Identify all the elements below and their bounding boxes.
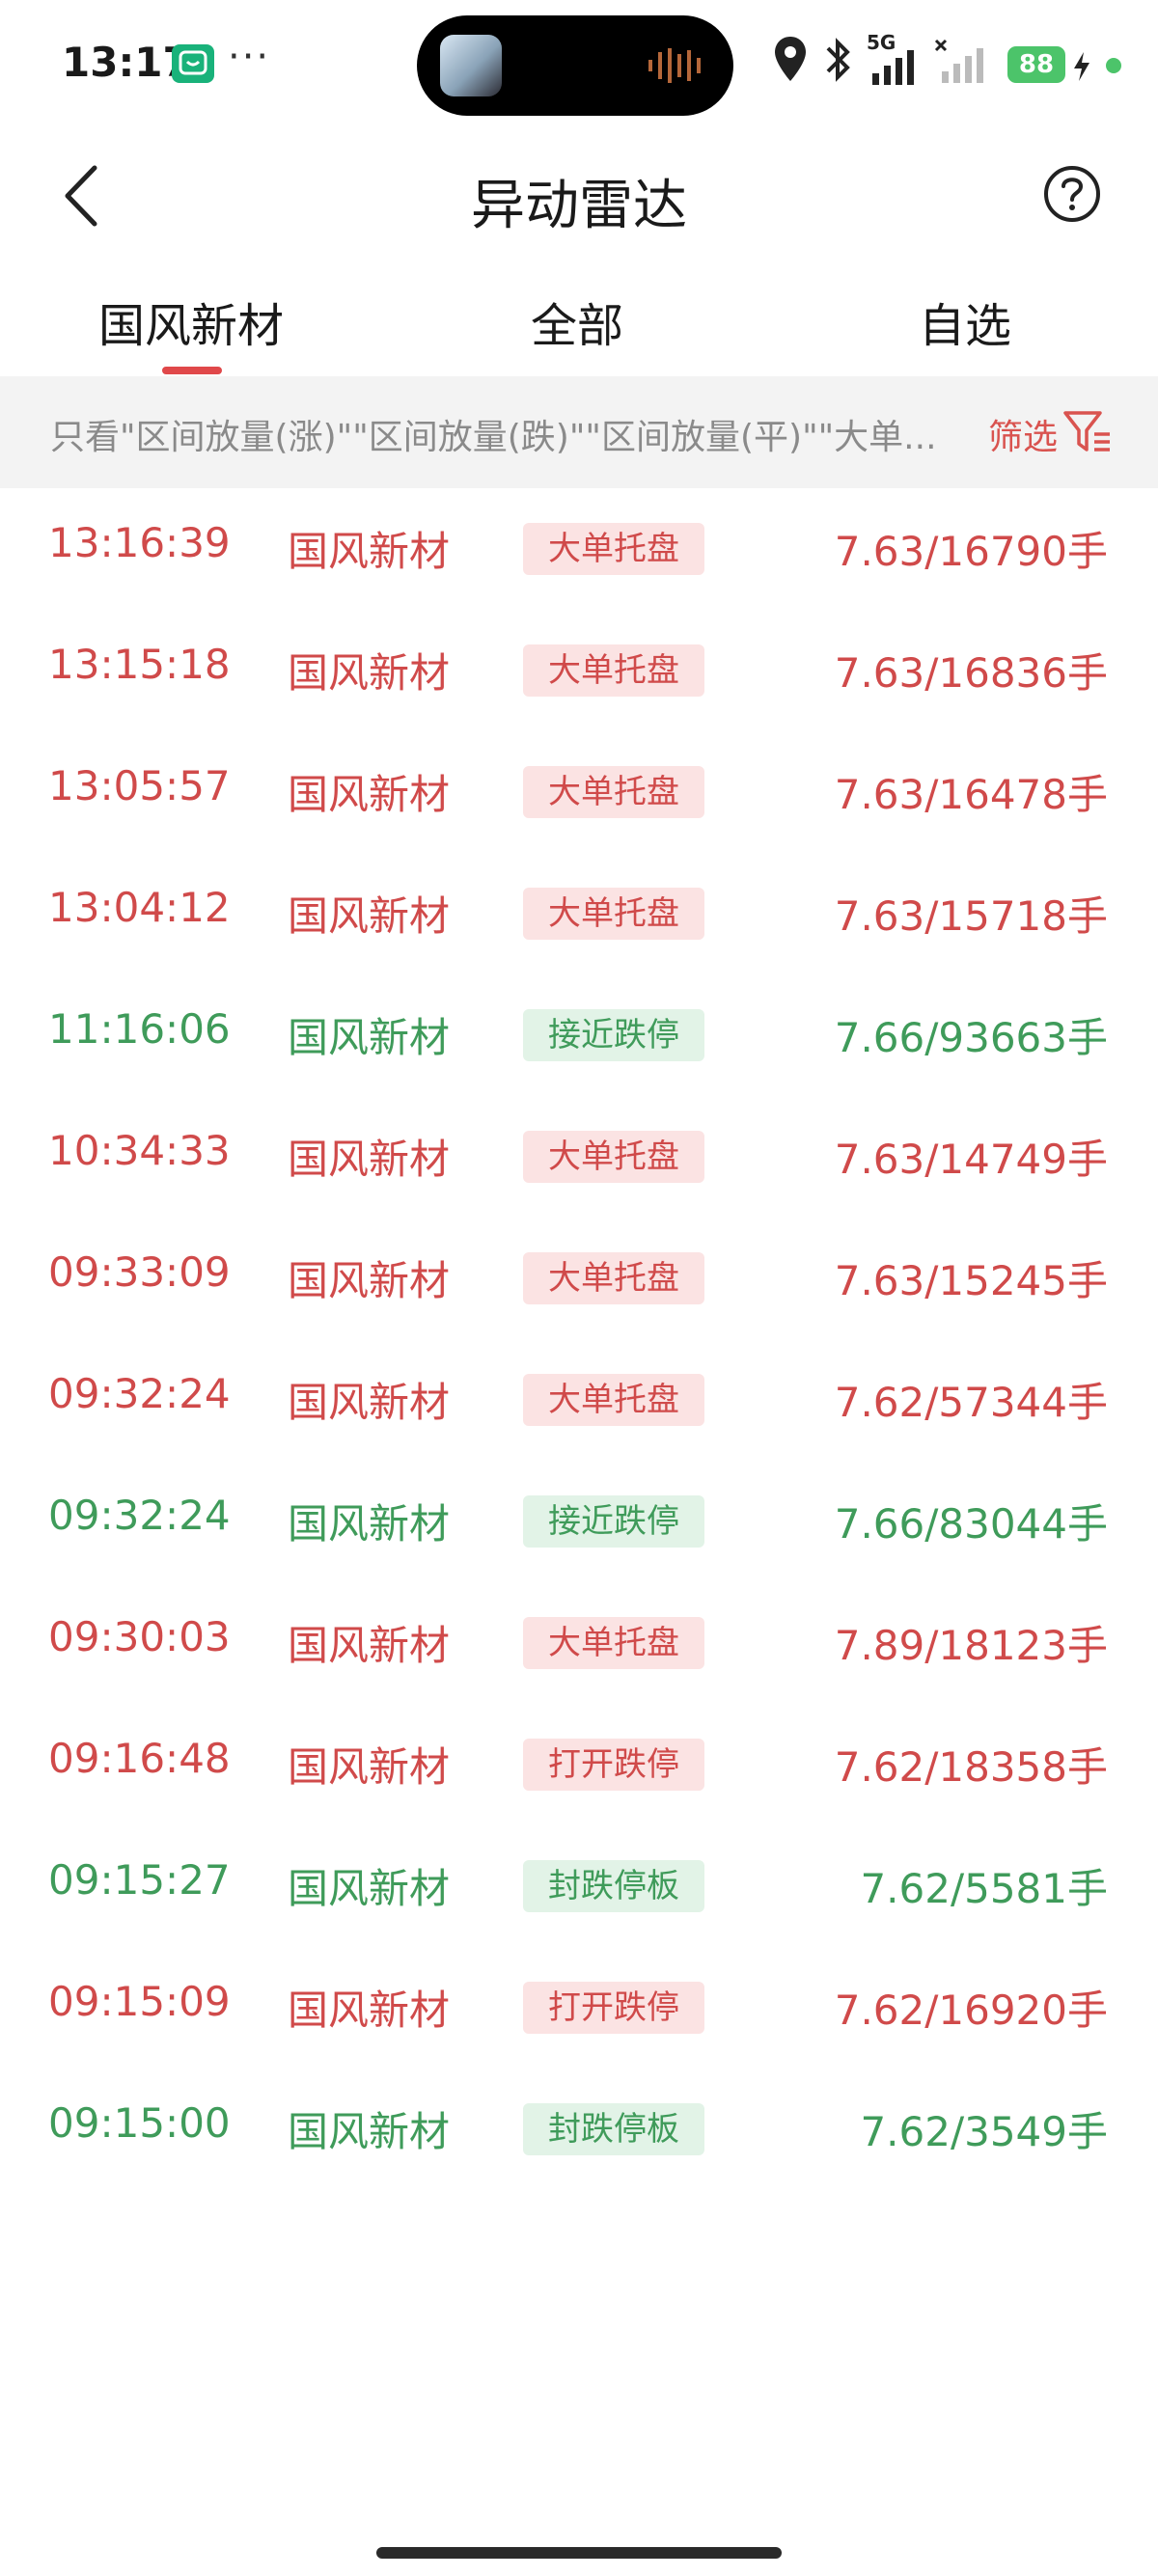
event-list: 13:16:39 国风新材 大单托盘 7.63/16790手 13:15:18 国风新材大…	[0, 488, 1158, 2190]
event-time: 13:16:39	[48, 519, 231, 566]
event-tag: 接近跌停	[523, 1009, 704, 1061]
home-indicator[interactable]	[376, 2547, 782, 2559]
stock-name: 国风新材	[288, 892, 451, 940]
price-volume: 7.66/83044手	[834, 1500, 1108, 1548]
help-icon[interactable]	[1042, 164, 1102, 224]
stock-name: 国风新材	[288, 771, 451, 818]
list-item[interactable]: 09:32:24 国风新材 接近跌停 7.66/83044手	[0, 1461, 1158, 1582]
tab-watchlist[interactable]: 自选	[919, 288, 1011, 355]
active-tab-indicator	[162, 367, 222, 374]
event-time: 09:33:09	[48, 1248, 231, 1296]
event-tag: 打开跌停	[523, 1982, 704, 2034]
event-time: 13:04:12	[48, 884, 231, 931]
status-icons: 5G 88	[772, 31, 1139, 93]
app-notification-icon	[172, 44, 214, 83]
event-tag: 大单托盘	[523, 1374, 704, 1426]
price-volume: 7.63/16836手	[834, 649, 1108, 697]
stock-name: 国风新材	[288, 2108, 451, 2155]
event-time: 09:32:24	[48, 1370, 231, 1417]
list-item[interactable]: 13:15:18 国风新材 大单托盘 7.63/16836手	[0, 610, 1158, 731]
list-item[interactable]: 09:15:00 国风新材 封跌停板 7.62/3549手	[0, 2069, 1158, 2190]
price-volume: 7.62/18358手	[834, 1743, 1108, 1791]
filter-funnel-icon	[1063, 411, 1110, 452]
bluetooth-icon	[826, 38, 850, 82]
event-tag: 打开跌停	[523, 1739, 704, 1791]
price-volume: 7.89/18123手	[834, 1622, 1108, 1669]
dynamic-island[interactable]	[417, 15, 733, 116]
list-item[interactable]: 09:30:03 国风新材 大单托盘 7.89/18123手	[0, 1582, 1158, 1704]
list-item[interactable]: 09:32:24 国风新材 大单托盘 7.62/57344手	[0, 1339, 1158, 1461]
privacy-dot	[1106, 58, 1121, 73]
location-icon	[775, 37, 806, 81]
stock-name: 国风新材	[288, 1743, 451, 1791]
filter-bar: 只看"区间放量(涨)""区间放量(跌)""区间放量(平)""大单... 筛选	[0, 376, 1158, 488]
event-tag: 大单托盘	[523, 888, 704, 940]
price-volume: 7.63/15718手	[834, 892, 1108, 940]
list-item[interactable]: 10:34:33 国风新材 大单托盘 7.63/14749手	[0, 1096, 1158, 1218]
signal-icon	[872, 50, 914, 85]
stock-name: 国风新材	[288, 528, 451, 575]
list-item[interactable]: 11:16:06 国风新材 接近跌停 7.66/93663手	[0, 974, 1158, 1096]
stock-name: 国风新材	[288, 1865, 451, 1912]
battery-indicator: 88	[1007, 46, 1065, 83]
stock-name: 国风新材	[288, 1500, 451, 1548]
event-tag: 大单托盘	[523, 1252, 704, 1304]
price-volume: 7.62/3549手	[860, 2108, 1108, 2155]
event-time: 11:16:06	[48, 1005, 231, 1053]
list-item[interactable]: 09:33:09 国风新材 大单托盘 7.63/15245手	[0, 1218, 1158, 1339]
tab-all[interactable]: 全部	[531, 288, 623, 355]
tab-bar: 国风新材 全部 自选	[0, 270, 1158, 376]
stock-name: 国风新材	[288, 1379, 451, 1426]
event-tag: 大单托盘	[523, 766, 704, 818]
event-tag: 封跌停板	[523, 1860, 704, 1912]
stock-name: 国风新材	[288, 1136, 451, 1183]
stock-name: 国风新材	[288, 1014, 451, 1061]
event-tag: 封跌停板	[523, 2103, 704, 2155]
stock-name: 国风新材	[288, 1257, 451, 1304]
price-volume: 7.63/16478手	[834, 771, 1108, 818]
price-volume: 7.66/93663手	[834, 1014, 1108, 1061]
price-volume: 7.63/15245手	[834, 1257, 1108, 1304]
media-thumbnail	[440, 35, 502, 96]
price-volume: 7.63/16790手	[834, 528, 1108, 575]
event-tag: 大单托盘	[523, 1131, 704, 1183]
event-tag: 大单托盘	[523, 1617, 704, 1669]
more-notifications-icon: ···	[228, 35, 271, 79]
event-tag: 接近跌停	[523, 1495, 704, 1548]
list-item[interactable]: 13:04:12 国风新材 大单托盘 7.63/15718手	[0, 853, 1158, 974]
charging-icon	[1074, 52, 1089, 81]
event-time: 09:15:09	[48, 1978, 231, 2025]
filter-button-label: 筛选	[988, 418, 1059, 457]
stock-name: 国风新材	[288, 1622, 451, 1669]
event-time: 09:16:48	[48, 1735, 231, 1782]
event-time: 09:30:03	[48, 1613, 231, 1660]
event-time: 09:15:00	[48, 2099, 231, 2147]
event-time: 09:15:27	[48, 1856, 231, 1904]
event-time: 09:32:24	[48, 1492, 231, 1539]
page-title: 异动雷达	[471, 175, 687, 237]
event-tag: 大单托盘	[523, 644, 704, 697]
list-item[interactable]: 09:16:48 国风新材 打开跌停 7.62/18358手	[0, 1704, 1158, 1825]
event-time: 13:05:57	[48, 762, 231, 809]
list-item[interactable]: 13:05:57 国风新材 大单托盘 7.63/16478手	[0, 731, 1158, 853]
price-volume: 7.62/57344手	[834, 1379, 1108, 1426]
list-item[interactable]: 09:15:09 国风新材 打开跌停 7.62/16920手	[0, 1947, 1158, 2069]
event-time: 13:15:18	[48, 641, 231, 688]
signal-2-icon	[934, 39, 983, 83]
event-time: 10:34:33	[48, 1127, 231, 1174]
price-volume: 7.62/16920手	[834, 1987, 1108, 2034]
stock-name: 国风新材	[288, 1987, 451, 2034]
filter-summary[interactable]: 只看"区间放量(涨)""区间放量(跌)""区间放量(平)""大单...	[50, 409, 938, 459]
event-tag: 大单托盘	[523, 523, 704, 575]
price-volume: 7.62/5581手	[860, 1865, 1108, 1912]
tab-stock[interactable]: 国风新材	[98, 288, 284, 355]
price-volume: 7.63/14749手	[834, 1136, 1108, 1183]
nav-header: 异动雷达	[0, 135, 1158, 251]
list-item[interactable]: 09:15:27 国风新材 封跌停板 7.62/5581手	[0, 1825, 1158, 1947]
list-item[interactable]: 13:16:39 国风新材 大单托盘 7.63/16790手	[0, 488, 1158, 610]
filter-button[interactable]: 筛选	[988, 405, 1123, 459]
status-bar: 13:17 ··· 5G 88	[0, 0, 1158, 135]
stock-name: 国风新材	[288, 649, 451, 697]
audio-wave-icon	[648, 48, 701, 83]
